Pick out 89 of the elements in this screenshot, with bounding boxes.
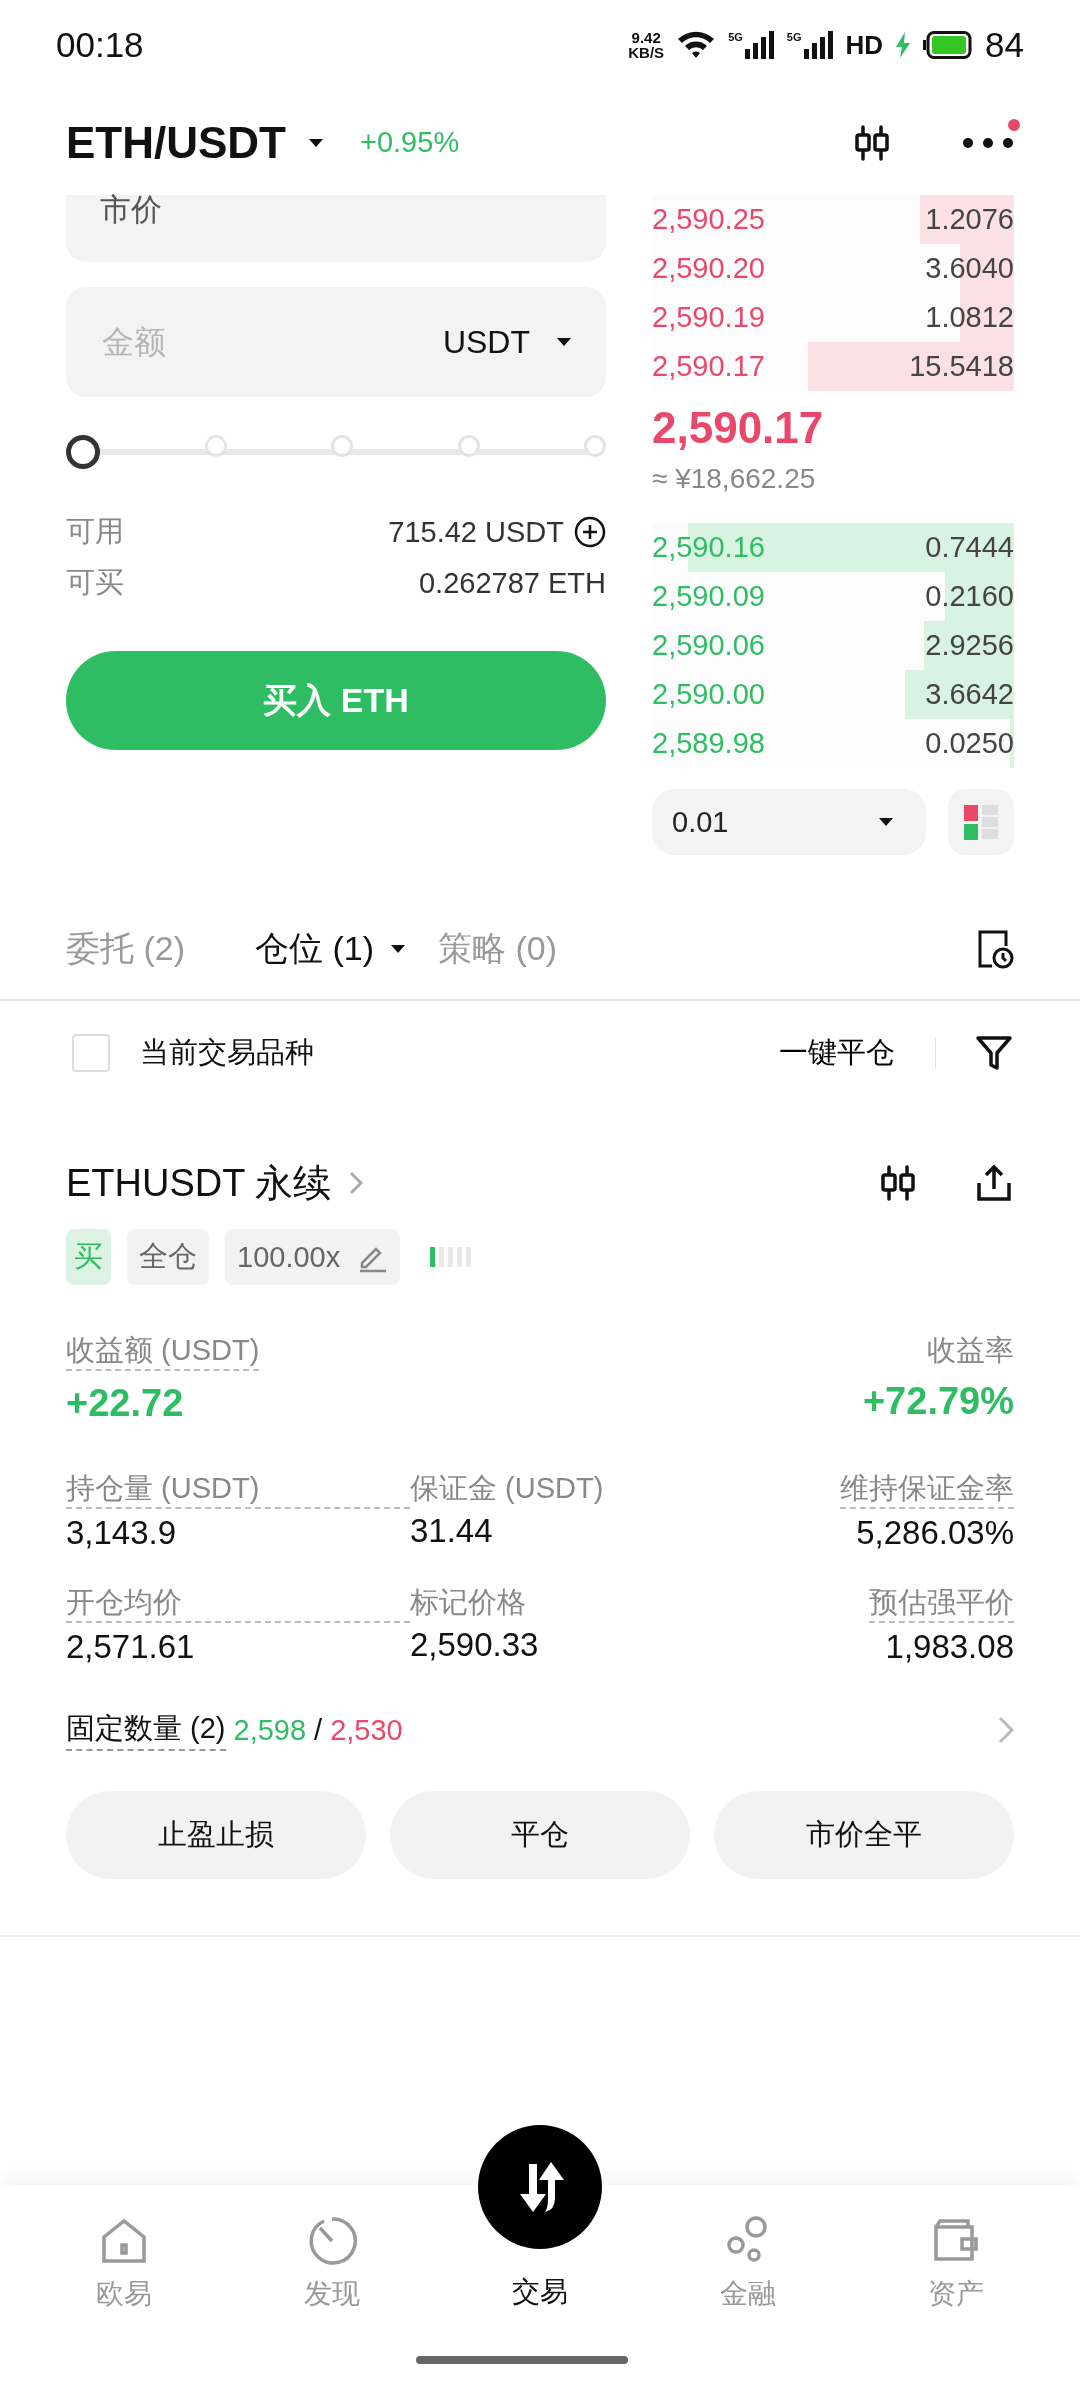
plus-circle-icon[interactable] — [574, 516, 606, 548]
share-icon[interactable] — [974, 1163, 1014, 1203]
bid-size: 3.6642 — [925, 678, 1014, 711]
nav-tab[interactable]: 交易 — [436, 2273, 644, 2312]
last-price: 2,590.17 — [652, 403, 824, 453]
ask-size: 15.5418 — [909, 350, 1014, 383]
margin-mode-tag: 全仓 — [127, 1229, 209, 1285]
take-profit-price: 2,598 — [233, 1713, 307, 1747]
roe-label: 收益率 — [927, 1333, 1014, 1368]
order-book-row[interactable]: 2,590.06 2.9256 — [652, 621, 1014, 670]
amount-field[interactable]: 金额 USDT — [66, 287, 606, 397]
dropdown-caret-icon — [308, 137, 324, 148]
ask-price: 2,590.19 — [652, 301, 765, 334]
buyable-label: 可买 — [66, 565, 124, 600]
battery-icon — [923, 31, 974, 59]
order-book-row[interactable]: 2,589.98 0.0250 — [652, 719, 1014, 768]
ask-size: 1.2076 — [925, 203, 1014, 236]
tpsl-label: 固定数量 (2) — [66, 1709, 226, 1751]
ask-price: 2,590.20 — [652, 252, 765, 285]
book-layout-button[interactable] — [948, 789, 1014, 855]
bid-price: 2,590.16 — [652, 531, 765, 564]
order-book-row[interactable]: 2,590.17 15.5418 — [652, 342, 1014, 391]
last-price-cny: ≈ ¥18,662.25 — [652, 463, 816, 495]
bid-price: 2,589.98 — [652, 727, 765, 760]
order-book-row[interactable]: 2,590.25 1.2076 — [652, 195, 1014, 244]
dial-icon — [306, 2215, 358, 2267]
order-type-field[interactable]: 市价 — [66, 195, 606, 262]
dropdown-caret-icon — [878, 817, 894, 827]
roe-value: +72.79% — [862, 1379, 1014, 1424]
available-value: 715.42 USDT — [388, 515, 564, 549]
network-speed: 9.42 KB/S — [628, 30, 665, 60]
buyable-value: 0.262787 ETH — [419, 566, 606, 600]
book-layout-icon — [962, 803, 1000, 841]
pnl-value: +22.72 — [66, 1381, 185, 1426]
depth-step-select[interactable]: 0.01 — [652, 789, 926, 855]
bid-size: 0.2160 — [925, 580, 1014, 613]
stat-value: 2,590.33 — [410, 1625, 540, 1665]
bid-size: 0.7444 — [925, 531, 1014, 564]
amount-slider[interactable] — [66, 437, 606, 467]
more-icon[interactable] — [962, 136, 1014, 149]
ask-price: 2,590.25 — [652, 203, 765, 236]
bid-price: 2,590.06 — [652, 629, 765, 662]
pnl-label: 收益额 (USDT) — [66, 1331, 260, 1371]
order-book-row[interactable]: 2,590.19 1.0812 — [652, 293, 1014, 342]
bid-size: 2.9256 — [925, 629, 1014, 662]
unit-label[interactable]: USDT — [442, 323, 530, 361]
stat-label: 开仓均价 — [66, 1583, 410, 1623]
stat-value: 2,571.61 — [66, 1627, 196, 1667]
dropdown-caret-icon — [556, 337, 572, 347]
stat-value: 31.44 — [410, 1511, 494, 1551]
checkbox-label: 当前交易品种 — [140, 1035, 314, 1070]
ask-price: 2,590.17 — [652, 350, 765, 383]
candlestick-chart-icon[interactable] — [852, 122, 892, 163]
close-all-link[interactable]: 一键平仓 — [779, 1033, 895, 1073]
filter-icon[interactable] — [974, 1033, 1014, 1073]
stat-value: 1,983.08 — [885, 1627, 1014, 1667]
side-tag: 买 — [66, 1229, 111, 1285]
bid-size: 0.0250 — [925, 727, 1014, 760]
price-separator: / — [314, 1713, 323, 1747]
hd-voice-label: HD — [845, 29, 884, 61]
stat-value: 5,286.03% — [856, 1513, 1014, 1553]
stat-label: 维持保证金率 — [840, 1469, 1014, 1509]
chevron-right-icon — [349, 1171, 364, 1195]
bid-price: 2,590.00 — [652, 678, 765, 711]
order-book-row[interactable]: 2,590.20 3.6040 — [652, 244, 1014, 293]
price-change: +0.95% — [360, 126, 460, 159]
battery-level: 84 — [985, 25, 1024, 65]
available-label: 可用 — [66, 514, 124, 549]
stat-label: 保证金 (USDT) — [410, 1471, 605, 1506]
position-action-button[interactable]: 市价全平 — [714, 1791, 1014, 1879]
stat-label: 持仓量 (USDT) — [66, 1469, 410, 1509]
ask-size: 1.0812 — [925, 301, 1014, 334]
order-book-row[interactable]: 2,590.00 3.6642 — [652, 670, 1014, 719]
pair-title[interactable]: ETH/USDT — [66, 117, 286, 168]
position-action-button[interactable]: 平仓 — [390, 1791, 690, 1879]
stat-value: 3,143.9 — [66, 1513, 178, 1553]
ask-size: 3.6040 — [925, 252, 1014, 285]
order-book-row[interactable]: 2,590.16 0.7444 — [652, 523, 1014, 572]
order-book-row[interactable]: 2,590.09 0.2160 — [652, 572, 1014, 621]
bid-price: 2,590.09 — [652, 580, 765, 613]
candlestick-chart-icon[interactable] — [878, 1163, 918, 1203]
leverage-tag[interactable]: 100.00x — [225, 1229, 401, 1285]
checkbox[interactable] — [72, 1034, 110, 1072]
status-time: 00:18 — [56, 25, 144, 65]
stat-label: 预估强平价 — [869, 1583, 1014, 1623]
orders-tab[interactable]: 仓位 (1) — [255, 926, 406, 972]
stat-label: 标记价格 — [410, 1585, 527, 1620]
stop-loss-price: 2,530 — [330, 1713, 403, 1747]
position-action-button[interactable]: 止盈止损 — [66, 1791, 366, 1879]
